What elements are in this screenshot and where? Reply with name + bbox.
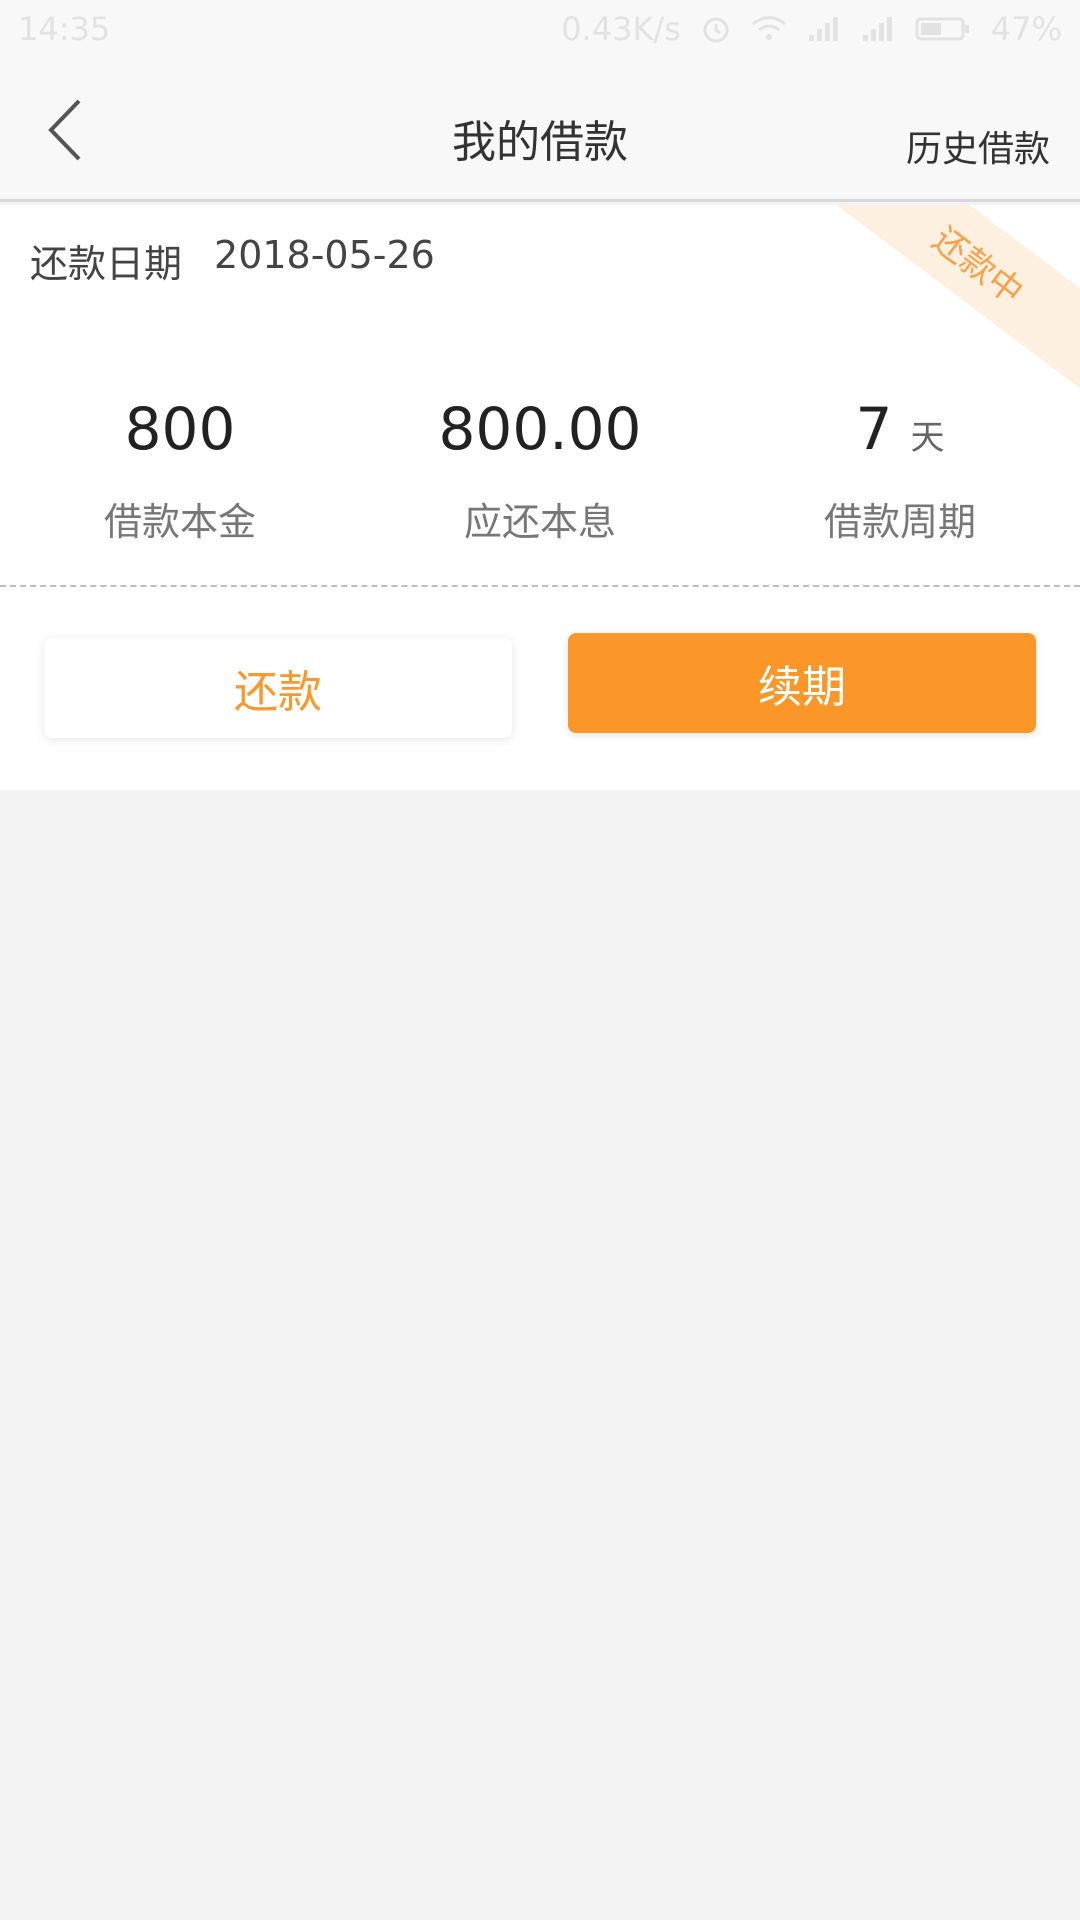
wifi-icon — [751, 15, 787, 43]
network-speed: 0.43K/s — [561, 10, 681, 48]
alarm-icon — [701, 14, 731, 44]
nav-header: 我的借款 历史借款 — [0, 62, 1080, 202]
due-date-value: 2018-05-26 — [214, 233, 435, 277]
loan-term-value: 7 — [855, 395, 893, 463]
signal-icon — [807, 15, 841, 43]
dashed-divider — [0, 585, 1080, 587]
status-bar: 14:35 0.43K/s 47% — [0, 0, 1080, 62]
history-loans-link[interactable]: 历史借款 — [906, 120, 1050, 172]
renew-button[interactable]: 续期 — [568, 633, 1036, 733]
battery-level: 47% — [990, 10, 1062, 48]
principal-value: 800 — [124, 395, 236, 463]
repay-button[interactable]: 还款 — [44, 638, 512, 738]
repayment-amount-label: 应还本息 — [463, 500, 616, 544]
signal-icon — [861, 15, 895, 43]
due-date-row: 还款日期 2018-05-26 — [30, 233, 435, 288]
status-ribbon: 还款中 — [804, 205, 1080, 410]
principal-stat: 800 借款本金 — [0, 395, 360, 546]
repayment-amount-stat: 800.00 应还本息 — [360, 395, 720, 546]
loan-term-unit: 天 — [910, 418, 945, 458]
loan-card: 还款中 还款日期 2018-05-26 800 借款本金 800.00 应还本息… — [0, 205, 1080, 790]
loan-term-label: 借款周期 — [823, 500, 976, 544]
principal-label: 借款本金 — [103, 500, 256, 544]
loan-stats: 800 借款本金 800.00 应还本息 7 天 借款周期 — [0, 395, 1080, 546]
due-date-label: 还款日期 — [30, 242, 183, 286]
repayment-amount-value: 800.00 — [438, 395, 642, 463]
status-right: 0.43K/s 47% — [561, 10, 1062, 48]
status-time: 14:35 — [18, 10, 111, 48]
battery-icon — [915, 15, 971, 43]
loan-term-stat: 7 天 借款周期 — [720, 395, 1080, 546]
